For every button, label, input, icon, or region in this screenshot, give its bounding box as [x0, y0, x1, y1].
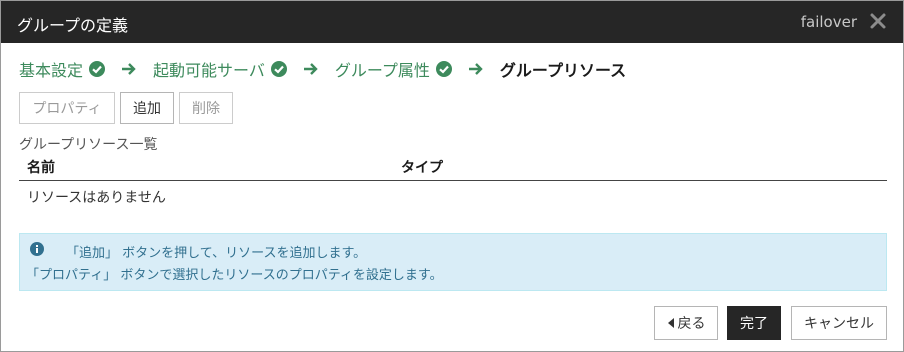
arrow-right-icon [468, 63, 483, 75]
resource-table-header: 名前 タイプ [19, 155, 887, 181]
close-icon[interactable] [867, 10, 889, 32]
dialog-titlebar: グループの定義 failover [1, 1, 903, 43]
arrow-right-icon [122, 63, 136, 75]
resource-list-caption: グループリソース一覧 [19, 137, 158, 153]
delete-button[interactable]: 削除 [179, 92, 233, 124]
wizard-steps: 基本設定 起動可能サーバ グループ属性 グループリソース [19, 57, 626, 81]
properties-button[interactable]: プロパティ [19, 92, 115, 124]
back-button[interactable]: 戻る [654, 306, 718, 340]
info-icon [30, 242, 44, 256]
cancel-button[interactable]: キャンセル [791, 306, 887, 340]
group-definition-dialog: グループの定義 failover 基本設定 起動可能サーバ グループ属性 グルー… [0, 0, 904, 352]
host-name: failover [800, 13, 857, 31]
check-circle-icon [270, 61, 287, 77]
add-button[interactable]: 追加 [120, 92, 174, 124]
check-circle-icon [89, 61, 106, 77]
back-button-label: 戻る [677, 316, 706, 332]
column-header-type[interactable]: タイプ [401, 157, 443, 177]
finish-button[interactable]: 完了 [727, 306, 781, 340]
wizard-step-resources: グループリソース [499, 61, 627, 80]
check-circle-icon [435, 61, 452, 77]
wizard-step-servers[interactable]: 起動可能サーバ [153, 57, 265, 81]
dialog-title: グループの定義 [17, 16, 129, 35]
info-text-line1: 「追加」 ボタンを押して、リソースを追加します。 [66, 246, 367, 261]
empty-list-message: リソースはありません [27, 190, 166, 206]
info-text-line2: 「プロパティ」 ボタンで選択したリソースのプロパティを設定します。 [26, 268, 443, 283]
column-header-name[interactable]: 名前 [27, 157, 55, 177]
info-panel: 「追加」 ボタンを押して、リソースを追加します。 「プロパティ」 ボタンで選択し… [19, 233, 887, 291]
arrow-right-icon [303, 63, 318, 75]
caret-left-icon [667, 318, 674, 328]
wizard-step-attributes[interactable]: グループ属性 [335, 57, 430, 81]
wizard-step-basic[interactable]: 基本設定 [19, 57, 83, 81]
